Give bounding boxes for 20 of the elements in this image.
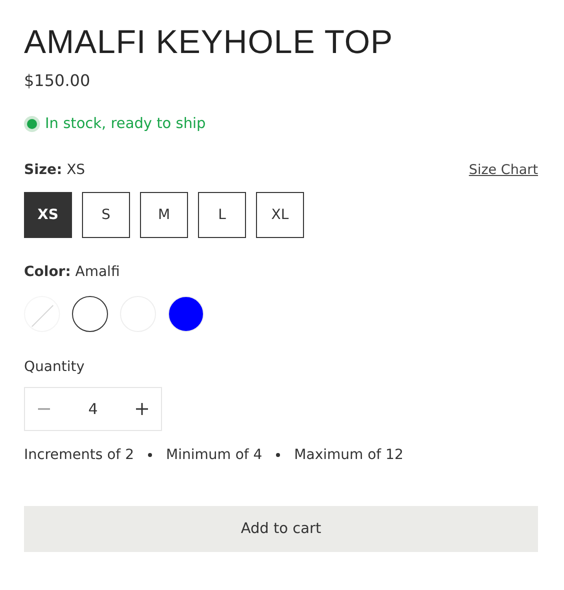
- size-option[interactable]: L: [198, 192, 246, 238]
- color-label: Color: Amalfi: [24, 264, 120, 280]
- size-label: Size: XS: [24, 162, 86, 178]
- quantity-field[interactable]: 4: [76, 399, 110, 419]
- color-swatch[interactable]: [72, 296, 108, 332]
- bullet-icon: [148, 453, 152, 457]
- size-option[interactable]: XS: [24, 192, 72, 238]
- size-option[interactable]: M: [140, 192, 188, 238]
- quantity-rule: Minimum of 4: [166, 447, 262, 463]
- stock-status: In stock, ready to ship: [45, 116, 206, 132]
- add-to-cart-button[interactable]: Add to cart: [24, 506, 538, 552]
- quantity-rule: Maximum of 12: [294, 447, 404, 463]
- product-price: $150.00: [24, 71, 92, 90]
- quantity-rule: Increments of 2: [24, 447, 134, 463]
- product-title: AMALFI KEYHOLE TOP: [24, 22, 394, 62]
- size-chart-link[interactable]: Size Chart: [468, 162, 538, 178]
- size-option[interactable]: S: [82, 192, 130, 238]
- quantity-label: Quantity: [24, 359, 84, 375]
- size-option[interactable]: XL: [256, 192, 304, 238]
- bullet-icon: [276, 453, 280, 457]
